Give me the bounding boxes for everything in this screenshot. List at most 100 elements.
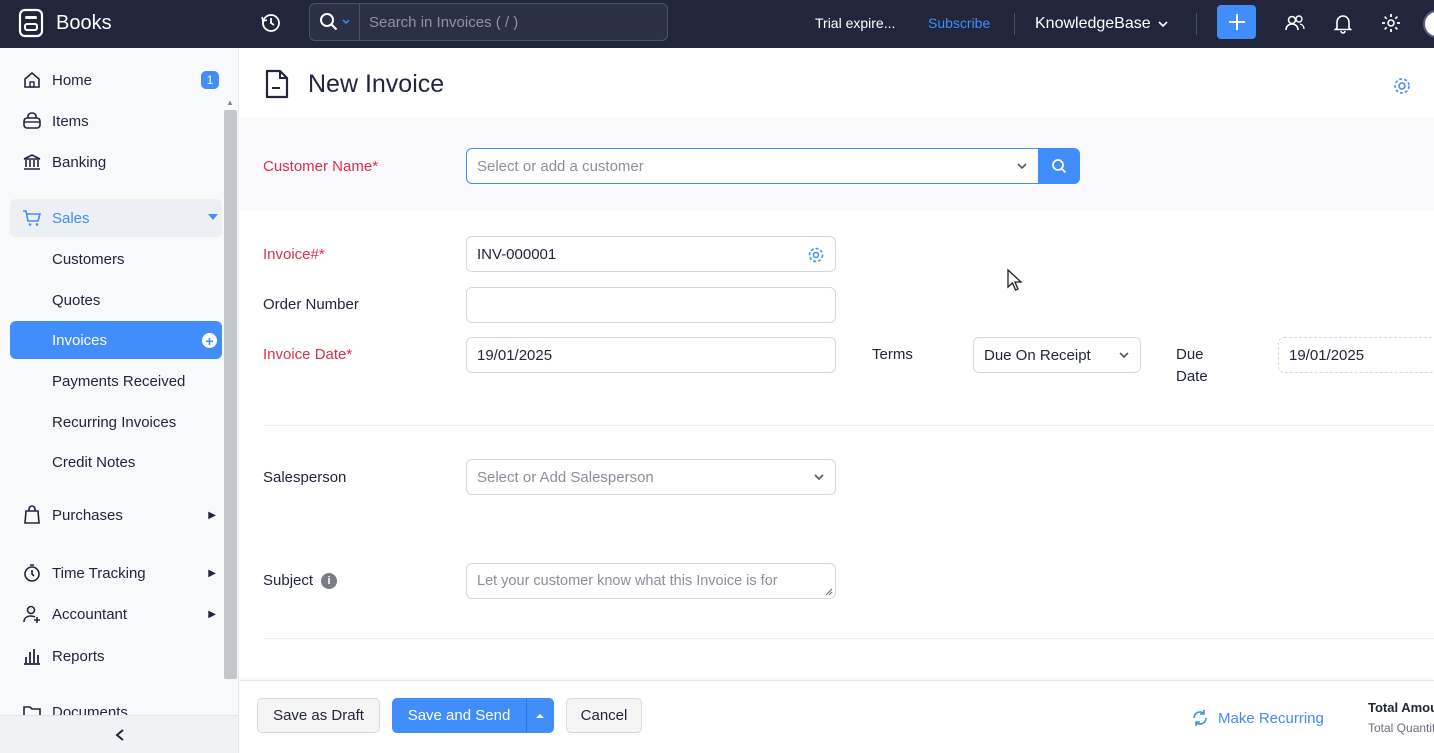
customer-select[interactable]: Select or add a customer xyxy=(466,148,1039,184)
shopping-bag-icon xyxy=(20,503,44,527)
sidebar-item-reports[interactable]: Reports xyxy=(10,637,222,675)
avatar[interactable] xyxy=(1423,10,1434,38)
search-input[interactable] xyxy=(360,13,660,31)
caret-right-icon: ▶ xyxy=(208,608,216,620)
subject-placeholder: Let your customer know what this Invoice… xyxy=(477,573,778,589)
main-content: New Invoice Customer Name* Select or add… xyxy=(240,48,1434,753)
preferences-gear-icon[interactable] xyxy=(1392,76,1412,96)
sidebar-item-label: Purchases xyxy=(52,506,123,524)
sidebar-item-label: Credit Notes xyxy=(52,453,136,471)
books-logo-icon xyxy=(18,8,44,38)
sidebar-item-label: Reports xyxy=(52,647,105,665)
sidebar-item-label: Payments Received xyxy=(52,372,186,390)
invoice-date-field[interactable]: 19/01/2025 xyxy=(466,337,836,373)
make-recurring-label: Make Recurring xyxy=(1218,709,1324,727)
sidebar-item-label: Time Tracking xyxy=(52,564,146,582)
mouse-cursor-icon xyxy=(1007,268,1023,291)
recent-history-icon[interactable] xyxy=(260,12,282,34)
order-number-label: Order Number xyxy=(263,296,359,313)
brand[interactable]: Books xyxy=(18,8,112,38)
resize-handle-icon[interactable] xyxy=(825,588,833,596)
sidebar-item-label: Banking xyxy=(52,153,107,171)
chevron-down-icon xyxy=(1158,21,1168,28)
caret-up-icon xyxy=(536,713,544,718)
top-bar: Books Trial expire... Subscribe Knowledg… xyxy=(0,0,1434,48)
plus-icon xyxy=(1228,14,1245,30)
save-and-send-button[interactable]: Save and Send xyxy=(392,698,526,733)
home-icon xyxy=(20,68,44,92)
quick-create-button[interactable] xyxy=(1217,5,1256,39)
settings-gear-icon[interactable] xyxy=(1380,12,1402,34)
salesperson-placeholder: Select or Add Salesperson xyxy=(477,468,654,486)
sidebar-item-credit-notes[interactable]: Credit Notes xyxy=(10,443,222,481)
salesperson-select[interactable]: Select or Add Salesperson xyxy=(466,459,836,495)
subject-label-row: Subject i xyxy=(263,572,338,590)
sidebar-item-items[interactable]: Items xyxy=(10,102,222,140)
customer-select-placeholder: Select or add a customer xyxy=(477,157,644,175)
save-options-dropdown[interactable] xyxy=(526,698,554,733)
customer-search-button[interactable] xyxy=(1038,148,1080,184)
accountant-icon xyxy=(20,602,44,626)
page-header: New Invoice xyxy=(262,68,444,100)
order-number-field[interactable] xyxy=(466,287,836,323)
sidebar-item-label: Home xyxy=(52,71,93,89)
chevron-down-icon xyxy=(1017,163,1027,170)
terms-select[interactable]: Due On Receipt xyxy=(973,337,1141,373)
scroll-up-arrow-icon[interactable]: ▲ xyxy=(226,98,234,107)
subject-textarea[interactable]: Let your customer know what this Invoice… xyxy=(466,563,836,599)
chevron-left-icon xyxy=(114,728,124,741)
notification-bell-icon[interactable] xyxy=(1332,12,1354,34)
form-footer: Save as Draft Save and Send Cancel Make … xyxy=(240,680,1434,753)
sidebar-item-banking[interactable]: Banking xyxy=(10,143,222,181)
due-date-label-line2: Date xyxy=(1176,368,1208,385)
cancel-button[interactable]: Cancel xyxy=(566,698,642,733)
sidebar-item-time-tracking[interactable]: Time Tracking ▶ xyxy=(10,554,222,592)
sidebar-item-recurring-invoices[interactable]: Recurring Invoices xyxy=(10,403,222,441)
total-amount-label: Total Amount xyxy=(1368,700,1434,715)
info-icon[interactable]: i xyxy=(321,573,338,590)
bar-chart-icon xyxy=(20,644,44,668)
chevron-down-icon xyxy=(1119,352,1129,359)
search-icon[interactable] xyxy=(310,4,360,40)
sidebar-item-label: Quotes xyxy=(52,291,101,309)
caret-right-icon: ▶ xyxy=(208,509,216,521)
search-icon xyxy=(1052,159,1067,174)
save-as-draft-button[interactable]: Save as Draft xyxy=(257,698,380,733)
page-title: New Invoice xyxy=(308,69,445,98)
divider xyxy=(1196,13,1197,35)
sidebar-item-customers[interactable]: Customers xyxy=(10,240,222,278)
sidebar: Home 1 Items Banking Sales Customers Quo… xyxy=(0,48,239,753)
due-date-label-line1: Due xyxy=(1176,346,1204,363)
terms-label: Terms xyxy=(872,346,913,363)
recurring-icon xyxy=(1193,710,1207,726)
sidebar-item-payments-received[interactable]: Payments Received xyxy=(10,362,222,400)
caret-down-icon xyxy=(208,214,218,220)
invoice-number-value: INV-000001 xyxy=(477,245,557,263)
document-icon xyxy=(265,69,289,99)
invoice-number-field[interactable]: INV-000001 xyxy=(466,236,836,272)
total-quantity-label: Total Quantity xyxy=(1368,721,1434,735)
sidebar-item-label: Customers xyxy=(52,250,125,268)
invoice-number-label: Invoice#* xyxy=(263,246,325,263)
organization-switcher[interactable]: KnowledgeBase xyxy=(1035,15,1169,33)
make-recurring-link[interactable]: Make Recurring xyxy=(1190,708,1324,728)
sidebar-scrollbar[interactable] xyxy=(224,110,237,679)
sidebar-item-quotes[interactable]: Quotes xyxy=(10,281,222,319)
bank-icon xyxy=(20,150,44,174)
invoice-date-value: 19/01/2025 xyxy=(477,346,553,364)
sidebar-item-home[interactable]: Home 1 xyxy=(10,61,222,99)
salesperson-label: Salesperson xyxy=(263,469,347,486)
sidebar-item-sales[interactable]: Sales xyxy=(10,199,222,237)
add-invoice-icon[interactable]: + xyxy=(202,333,217,348)
collapse-sidebar-button[interactable] xyxy=(0,715,238,753)
subject-label: Subject xyxy=(263,572,314,589)
subscribe-link[interactable]: Subscribe xyxy=(928,15,990,31)
sidebar-item-invoices[interactable]: Invoices + xyxy=(10,321,222,359)
gear-icon[interactable] xyxy=(807,246,825,264)
divider xyxy=(265,425,1434,426)
sidebar-item-purchases[interactable]: Purchases ▶ xyxy=(10,496,222,534)
due-date-field[interactable]: 19/01/2025 xyxy=(1278,337,1434,373)
app: Books Trial expire... Subscribe Knowledg… xyxy=(0,0,1434,753)
users-icon[interactable] xyxy=(1284,12,1306,34)
sidebar-item-accountant[interactable]: Accountant ▶ xyxy=(10,595,222,633)
